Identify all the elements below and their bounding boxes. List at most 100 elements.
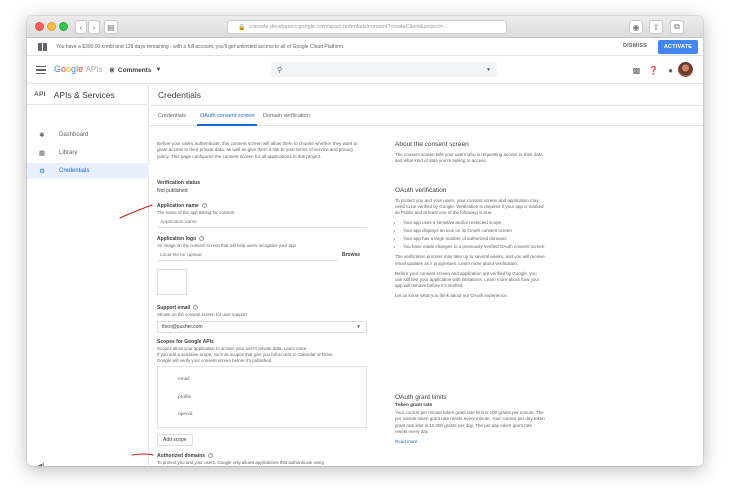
scope-item: profile [178, 395, 192, 400]
chevron-down-icon: ▼ [356, 324, 361, 330]
tab-oauth-consent-screen[interactable]: OAuth consent screen [196, 113, 258, 126]
address-text: console.developers.google.com/apis/crede… [249, 24, 448, 30]
help-icon[interactable]: ? [208, 453, 214, 459]
search-icon: ⚲ [277, 66, 283, 74]
help-icon[interactable]: ? [201, 203, 207, 209]
sidebar-title: APIs & Services [53, 89, 115, 100]
scopes-hint: Scopes allow your application to access … [157, 346, 307, 351]
gift-icon [38, 42, 47, 51]
sidebar-item-credentials[interactable]: ⚙ Credentials [27, 163, 149, 179]
application-name-label-text: Application name [157, 203, 199, 209]
support-email-label-text: Support email [157, 305, 191, 311]
list-item: Your app displays an icon on its OAuth c… [403, 228, 545, 234]
oauth-verification-body-2: The verification process may take up to … [395, 254, 545, 266]
verification-status-value: Not published [157, 188, 188, 194]
sidebar: API APIs & Services ✱ Dashboard ▦ Librar… [27, 85, 149, 466]
add-scope-button[interactable]: Add scope [157, 434, 193, 446]
support-email-value: theo@pusher.com [162, 324, 203, 330]
sidebar-item-label: Library [59, 150, 78, 156]
oauth-verification-body-3: Before your consent screen and applicati… [395, 270, 540, 289]
application-logo-input[interactable] [157, 250, 337, 261]
application-name-hint: The name of the app asking for consent [157, 210, 235, 215]
feedback-icon[interactable]: ▩ [632, 66, 641, 75]
help-icon[interactable]: ? [193, 305, 199, 311]
about-consent-title: About the consent screen [395, 141, 469, 148]
oauth-feedback-text: Let us know what you think about our OAu… [395, 293, 508, 299]
consent-intro-text: Before your users authenticate, this con… [157, 141, 358, 159]
logo-preview [157, 269, 187, 295]
tab-credentials[interactable]: Credentials [158, 113, 186, 119]
scope-item: openid [178, 412, 193, 417]
activate-button[interactable]: ACTIVATE [658, 40, 698, 54]
collapse-sidebar-icon[interactable]: ◀| [37, 462, 44, 466]
about-consent-section: About the consent screen The consent scr… [395, 141, 545, 164]
support-email-label: Support email? [157, 305, 199, 311]
back-icon[interactable]: ‹ [75, 20, 87, 34]
search-input[interactable] [286, 66, 487, 73]
help-icon[interactable]: ? [199, 236, 205, 242]
zoom-window-button[interactable] [59, 22, 68, 31]
scopes-hint: If you add a sensitive scope, such as sc… [157, 352, 334, 357]
authorized-domains-label-text: Authorized domains [157, 453, 206, 459]
close-window-button[interactable] [35, 22, 44, 31]
oauth-verification-list: Your app uses a sensitive and/or restric… [395, 220, 545, 251]
support-email-select[interactable]: theo@pusher.com ▼ [157, 321, 367, 333]
browse-button[interactable]: Browse [342, 252, 360, 258]
project-selector[interactable]: ⋇ Comments ▼ [109, 66, 161, 75]
forward-icon[interactable]: › [88, 20, 100, 34]
search-dropdown-icon[interactable]: ▼ [486, 67, 491, 73]
lock-icon: 🔒 [238, 24, 246, 31]
sidebar-item-library[interactable]: ▦ Library [27, 145, 149, 161]
api-badge: API [34, 91, 46, 98]
sidebar-item-dashboard[interactable]: ✱ Dashboard [27, 127, 149, 143]
list-item: You have made changes to a previously-ve… [403, 244, 545, 250]
sidebar-item-label: Credentials [59, 168, 90, 174]
authorized-domains-label: Authorized domains? [157, 453, 214, 459]
banner-text: You have a $300.00 credit and 128 days r… [56, 43, 345, 50]
minimize-window-button[interactable] [47, 22, 56, 31]
help-icon[interactable]: ❓ [649, 66, 659, 75]
application-logo-label-text: Application logo [157, 236, 197, 242]
list-item: Your app uses a sensitive and/or restric… [403, 220, 545, 226]
application-name-label: Application name? [157, 203, 207, 209]
application-logo-hint: An image on the consent screen that will… [157, 243, 296, 248]
shield-icon[interactable]: ◉ [629, 20, 643, 34]
share-icon[interactable]: ⇧ [649, 20, 663, 34]
notifications-icon[interactable]: ● [666, 66, 675, 75]
address-bar[interactable]: 🔒 console.developers.google.com/apis/cre… [227, 20, 507, 34]
tab-domain-verification[interactable]: Domain verification [263, 113, 310, 119]
trial-banner: You have a $300.00 credit and 128 days r… [27, 38, 703, 56]
support-email-hint: Shown on the consent screen for user sup… [157, 312, 247, 317]
dashboard-icon: ✱ [39, 132, 45, 139]
scope-item: email [178, 377, 190, 382]
grant-limits-title: OAuth grant limits [395, 394, 447, 401]
scopes-label: Scopes for Google APIs [157, 339, 214, 345]
menu-icon[interactable] [36, 66, 46, 74]
sidebar-toggle-icon[interactable]: ▤ [104, 20, 118, 34]
list-item: Your app has a large number of authorize… [403, 236, 545, 242]
grant-limits-body: Your current per minute token grant rate… [395, 410, 545, 434]
google-apis-logo[interactable]: Google APIs [54, 64, 103, 74]
dismiss-button[interactable]: DISMISS [623, 43, 647, 49]
avatar[interactable] [678, 62, 693, 77]
library-icon: ▦ [38, 150, 46, 157]
key-icon: ⚙ [39, 168, 45, 175]
application-name-input[interactable] [157, 217, 367, 228]
search-bar[interactable]: ⚲ ▼ [271, 62, 497, 77]
read-more-link[interactable]: Read more [395, 439, 417, 444]
browser-toolbar: ‹ › ▤ 🔒 console.developers.google.com/ap… [27, 16, 703, 38]
tabs-icon[interactable]: ⧉ [670, 20, 684, 34]
scopes-list: email profile openid [157, 366, 367, 428]
application-logo-label: Application logo? [157, 236, 205, 242]
oauth-verification-body: To protect you and your users, your cons… [395, 198, 544, 216]
oauth-verification-section: OAuth verification To protect you and yo… [395, 187, 545, 300]
tab-bar: Credentials OAuth consent screen Domain … [150, 105, 703, 126]
console-header: Google APIs ⋇ Comments ▼ ⚲ ▼ ▩ ❓ ● [27, 56, 703, 84]
project-name: Comments [117, 66, 152, 74]
scopes-hint: Google will verify your consent screen b… [157, 358, 273, 363]
oauth-verification-title: OAuth verification [395, 187, 447, 194]
grant-limits-subtitle: Token grant rate [395, 403, 433, 408]
browser-window: ‹ › ▤ 🔒 console.developers.google.com/ap… [27, 16, 703, 466]
about-consent-body: The consent screen tells your users who … [395, 152, 543, 164]
page-title: Credentials [158, 90, 201, 100]
